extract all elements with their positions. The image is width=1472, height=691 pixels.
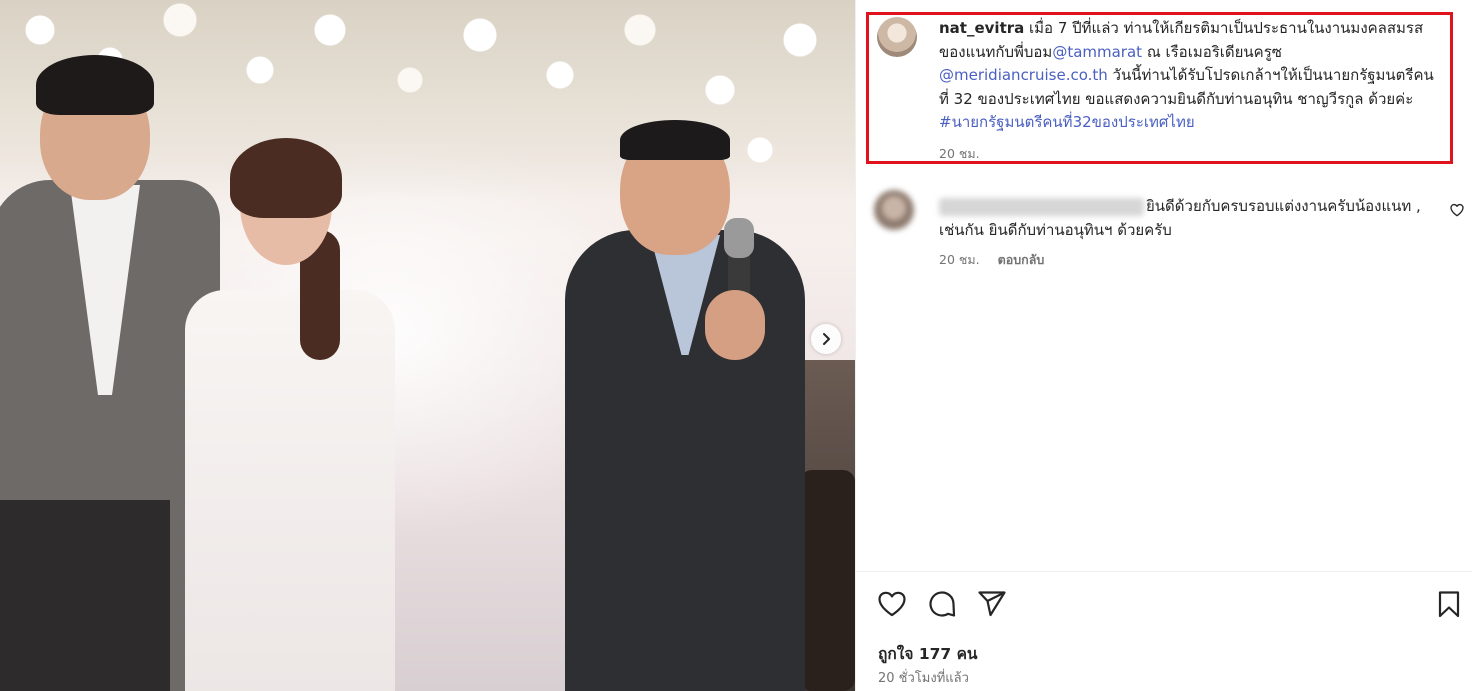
author-avatar[interactable] [877, 17, 917, 57]
hashtag-link[interactable]: #นายกรัฐมนตรีคนที่32ของประเทศไทย [939, 113, 1195, 131]
comment-meta: 20 ชม. ตอบกลับ [939, 250, 1044, 270]
actions-divider [856, 571, 1472, 572]
post-photo[interactable] [0, 0, 855, 691]
photo-speaker-hair [620, 120, 730, 160]
mention-link-meridiancruise[interactable]: @meridiancruise.co.th [939, 66, 1108, 84]
comment: ยินดีด้วยกับครบรอบแต่งงานครับน้องแนท , เ… [939, 194, 1439, 242]
comment-button[interactable] [926, 588, 958, 620]
post-side-panel: nat_evitra เมื่อ 7 ปีที่แล่ว ท่านให้เกีย… [855, 0, 1472, 691]
post-timestamp: 20 ชั่วโมงที่แล้ว [878, 671, 969, 686]
photo-bride [185, 290, 395, 691]
commenter-avatar[interactable] [874, 190, 914, 230]
reply-button[interactable]: ตอบกลับ [998, 252, 1045, 267]
comment-timestamp[interactable]: 20 ชม. [939, 252, 980, 267]
photo-groom-hair [36, 55, 154, 115]
paper-plane-icon [978, 591, 1006, 617]
photo-speaker-hand [705, 290, 765, 360]
caption-text-2: ณ เรือเมอริเดียนครูซ [1142, 42, 1282, 61]
post-caption: nat_evitra เมื่อ 7 ปีที่แล่ว ท่านให้เกีย… [939, 17, 1439, 135]
comment-bubble-icon [929, 591, 956, 617]
chevron-right-icon [823, 333, 830, 345]
bookmark-icon [1438, 591, 1460, 618]
comment-heart-icon[interactable] [1449, 202, 1465, 218]
caption-timestamp[interactable]: 20 ชม. [939, 144, 980, 164]
mention-link-tammarat[interactable]: @tammarat [1052, 43, 1142, 61]
author-username[interactable]: nat_evitra [939, 19, 1024, 37]
photo-groom-pants [0, 500, 170, 691]
save-button[interactable] [1433, 588, 1465, 620]
likes-count[interactable]: ถูกใจ 177 คน [878, 641, 978, 666]
photo-bride-hair [230, 138, 342, 218]
heart-icon [878, 591, 906, 617]
like-button[interactable] [876, 588, 908, 620]
photo-guitar [800, 470, 855, 691]
next-photo-button[interactable] [811, 324, 841, 354]
share-button[interactable] [976, 588, 1008, 620]
commenter-username-blurred[interactable] [939, 197, 1144, 216]
photo-microphone-head [724, 218, 754, 258]
